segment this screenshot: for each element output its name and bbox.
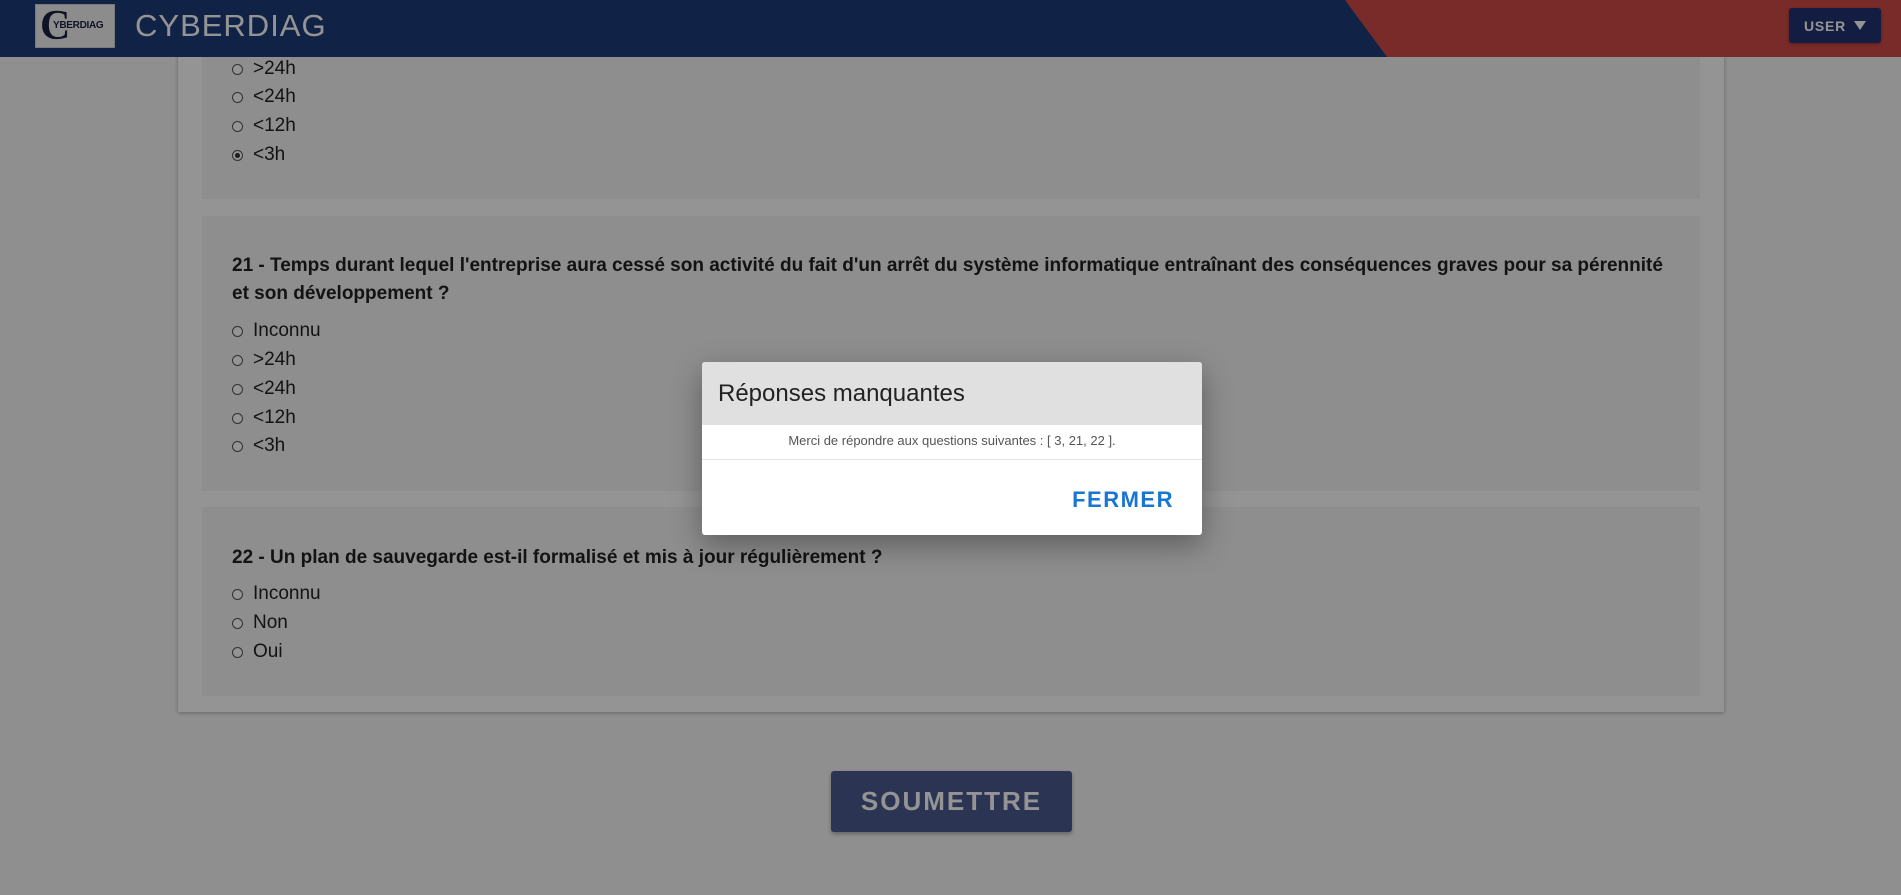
close-button[interactable]: FERMER: [1072, 487, 1174, 513]
dialog-title: Réponses manquantes: [702, 362, 1202, 425]
dialog-message: Merci de répondre aux questions suivante…: [702, 421, 1202, 460]
missing-answers-dialog: Réponses manquantes Merci de répondre au…: [702, 362, 1202, 535]
